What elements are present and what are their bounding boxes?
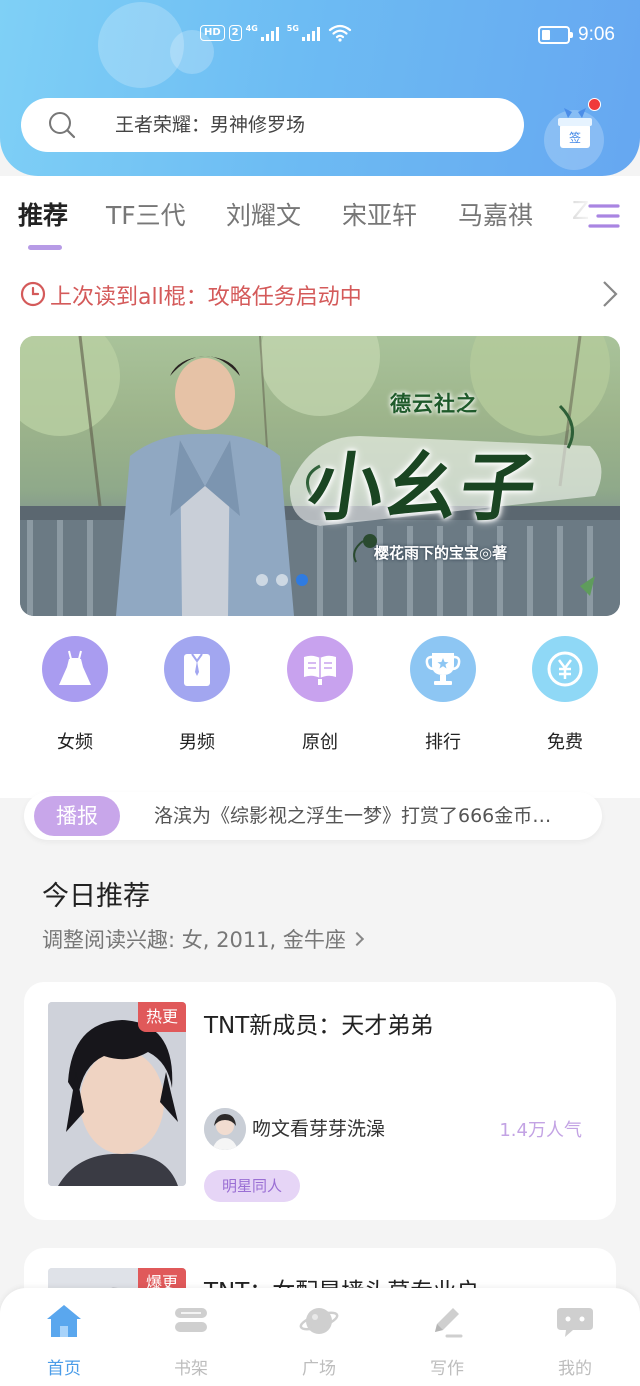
reading-interest-link[interactable]: 调整阅读兴趣: 女, 2011, 金牛座 <box>42 924 364 954</box>
book-cover: 热更 <box>48 1002 186 1186</box>
carousel-dots <box>256 574 308 586</box>
nav-write[interactable]: 写作 <box>397 1302 497 1379</box>
nav-bookshelf[interactable]: 书架 <box>141 1302 241 1379</box>
chevron-right-icon <box>603 281 618 307</box>
category-circle <box>532 636 598 702</box>
status-time: 9:06 <box>578 24 615 45</box>
search-placeholder: 王者荣耀：男神修罗场 <box>115 114 306 136</box>
category-tabs: 推荐 TF三代 刘耀文 宋亚轩 马嘉祺 Z <box>0 176 640 266</box>
nav-profile[interactable]: 我的 <box>525 1302 625 1379</box>
status-icons: HD 2 4G 5G <box>200 24 352 42</box>
continue-book-title: all棍：攻略任务启动中 <box>138 285 362 310</box>
bottom-navigation: 首页 书架 广场 写作 我的 <box>0 1288 640 1386</box>
banner-title: 小幺子 <box>303 445 544 531</box>
announcement-bar[interactable]: 播报 洛滨为《综影视之浮生一梦》打赏了666金币… <box>24 792 602 840</box>
carousel-dot[interactable] <box>256 574 268 586</box>
shirt-icon <box>184 653 210 686</box>
battery-icon <box>538 26 573 44</box>
search-bar[interactable]: 王者荣耀：男神修罗场 <box>21 98 524 152</box>
chevron-right-icon <box>349 931 364 947</box>
genre-tag[interactable]: 明星同人 <box>204 1170 301 1202</box>
category-label: 男频 <box>179 732 215 753</box>
carousel-dot-active[interactable] <box>296 574 308 586</box>
category-circle <box>287 636 353 702</box>
checkin-label: 签 <box>569 130 581 145</box>
author-avatar <box>204 1108 246 1150</box>
category-label: 排行 <box>425 732 461 753</box>
banner-section: 德云社之 小幺子 樱花雨下的宝宝◎著 <box>0 322 640 622</box>
status-right: 9:06 <box>538 24 615 46</box>
nav-home[interactable]: 首页 <box>14 1302 114 1379</box>
yuan-coin-icon <box>547 651 583 687</box>
category-circle <box>410 636 476 702</box>
category-free[interactable]: 免费 <box>515 636 615 754</box>
hd-badge: HD <box>200 25 225 41</box>
book-title: TNT新成员：天才弟弟 <box>204 1013 434 1039</box>
nav-label: 我的 <box>558 1359 592 1379</box>
author-name: 吻文看芽芽洗澡 <box>252 1118 386 1140</box>
checkin-button[interactable]: 签 <box>544 96 606 170</box>
category-male[interactable]: 男频 <box>147 636 247 754</box>
network-type-1: 4G <box>245 24 258 33</box>
category-ranking[interactable]: 排行 <box>393 636 493 754</box>
category-female[interactable]: 女频 <box>25 636 125 754</box>
nav-label: 首页 <box>47 1359 81 1379</box>
nav-label: 书架 <box>174 1359 208 1379</box>
section-title: 今日推荐 <box>42 881 150 912</box>
category-label: 免费 <box>547 732 583 753</box>
tab-menu-icon[interactable] <box>586 198 622 234</box>
tab-recommend[interactable]: 推荐 <box>18 196 68 232</box>
category-shortcuts: 女频 男频 原创 排行 免费 <box>0 622 640 798</box>
status-bar: HD 2 4G 5G 9:06 <box>0 18 640 58</box>
network-type-2: 5G <box>286 24 299 33</box>
chat-icon <box>557 1308 593 1337</box>
planet-icon <box>299 1308 339 1334</box>
book-badge: 热更 <box>137 1002 186 1032</box>
header: HD 2 4G 5G 9:06 王者荣耀：男神修罗场 签 <box>0 0 640 176</box>
category-circle <box>164 636 230 702</box>
search-icon <box>49 112 76 139</box>
banner-subtitle: 德云社之 <box>390 391 478 416</box>
category-label: 女频 <box>57 732 93 753</box>
tab-tf3[interactable]: TF三代 <box>106 196 186 232</box>
category-label: 原创 <box>302 732 338 753</box>
reading-interest-text: 调整阅读兴趣: 女, 2011, 金牛座 <box>42 928 346 952</box>
continue-prefix: 上次读到 <box>50 285 139 310</box>
bookshelf-icon <box>175 1308 207 1332</box>
nav-label: 写作 <box>430 1359 464 1379</box>
book-icon <box>304 655 336 685</box>
tab-song-yaxuan[interactable]: 宋亚轩 <box>342 196 417 232</box>
category-circle <box>42 636 108 702</box>
signal-icon <box>260 25 279 41</box>
pen-icon <box>435 1308 463 1338</box>
trophy-icon <box>425 653 461 685</box>
banner-carousel[interactable]: 德云社之 小幺子 樱花雨下的宝宝◎著 <box>20 336 620 616</box>
tab-ma-jiaqi[interactable]: 马嘉祺 <box>458 196 533 232</box>
history-clock-icon <box>20 281 46 307</box>
banner-author: 樱花雨下的宝宝◎著 <box>374 544 508 562</box>
home-icon <box>47 1305 81 1337</box>
signal-icon <box>301 25 320 41</box>
continue-reading-text: 上次读到all棍：攻略任务启动中 <box>50 279 362 311</box>
nav-label: 广场 <box>302 1359 336 1379</box>
book-card[interactable]: 热更 TNT新成员：天才弟弟 吻文看芽芽洗澡 1.4万人气 明星同人 <box>24 982 616 1220</box>
nav-plaza[interactable]: 广场 <box>269 1302 369 1379</box>
carousel-dot[interactable] <box>276 574 288 586</box>
category-original[interactable]: 原创 <box>270 636 370 754</box>
avatar-image <box>204 1108 246 1150</box>
announcement-badge: 播报 <box>34 796 120 836</box>
dress-icon <box>59 650 91 685</box>
tab-liu-yaowen[interactable]: 刘耀文 <box>226 196 301 232</box>
active-tab-indicator <box>28 245 62 250</box>
notification-dot <box>588 98 601 111</box>
popularity-count: 1.4万人气 <box>499 1120 582 1141</box>
wifi-icon <box>328 24 352 42</box>
sim-badge: 2 <box>228 25 242 41</box>
announcement-text: 洛滨为《综影视之浮生一梦》打赏了666金币… <box>154 805 552 827</box>
continue-reading-row[interactable]: 上次读到all棍：攻略任务启动中 <box>0 266 640 322</box>
